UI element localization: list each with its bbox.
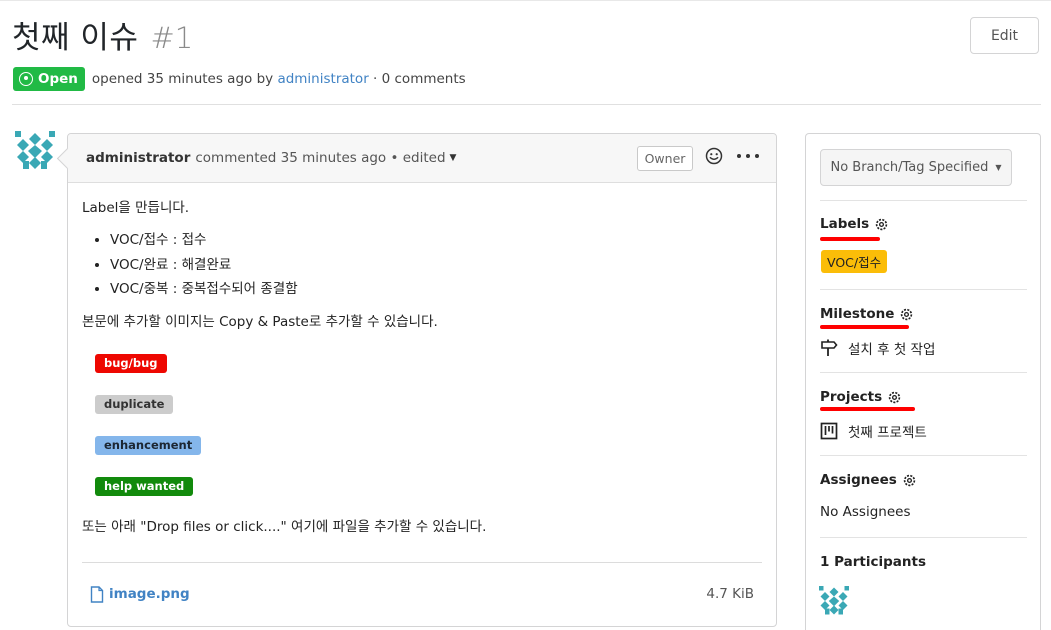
- assignees-heading: Assignees: [820, 472, 917, 488]
- annotation-underline: [820, 237, 880, 241]
- milestone-heading: Milestone: [820, 306, 914, 322]
- file-icon: [90, 585, 104, 603]
- milestone-title: Milestone: [820, 306, 895, 322]
- comment-body: Label을 만듭니다. VOC/접수 : 접수 VOC/완료 : 해결완료 V…: [68, 183, 776, 563]
- gear-icon[interactable]: [874, 217, 889, 232]
- attachment-name: image.png: [109, 586, 190, 602]
- assignees-title: Assignees: [820, 472, 897, 488]
- annotation-underline: [820, 407, 915, 411]
- label-duplicate: duplicate: [95, 394, 174, 414]
- milestone-item[interactable]: 설치 후 첫 작업: [820, 338, 935, 358]
- status-badge-label: Open: [38, 70, 78, 87]
- avatar-identicon-icon: [15, 131, 55, 171]
- project-item[interactable]: 첫째 프로젝트: [820, 421, 927, 441]
- comment-count: · 0 comments: [373, 70, 466, 87]
- sidebar-divider: [820, 372, 1027, 373]
- label-bug: bug/bug: [95, 353, 167, 373]
- list-item: VOC/중복 : 중복접수되어 종결함: [110, 277, 762, 302]
- issue-sidebar: No Branch/Tag Specified ▼ Labels VOC/접수 …: [805, 133, 1041, 630]
- chevron-down-icon: ▼: [995, 163, 1002, 172]
- gear-icon[interactable]: [887, 390, 902, 405]
- attachment: image.png 4.7 KiB: [90, 582, 754, 606]
- label-image-list: bug/bug duplicate enhancement help wante…: [82, 343, 762, 507]
- attachment-divider: [82, 562, 762, 563]
- sidebar-divider: [820, 289, 1027, 290]
- labels-heading: Labels: [820, 216, 889, 232]
- comment-header: administrator commented 35 minutes ago •…: [68, 134, 776, 183]
- list-item: VOC/접수 : 접수: [110, 228, 762, 253]
- annotation-underline: [820, 325, 909, 329]
- project-value: 첫째 프로젝트: [848, 425, 927, 441]
- owner-tag: Owner: [637, 146, 693, 171]
- top-divider: [0, 0, 1051, 1]
- participants-heading: 1 Participants: [820, 554, 926, 570]
- participant-avatar[interactable]: [819, 586, 849, 616]
- branch-selector-button[interactable]: No Branch/Tag Specified ▼: [820, 149, 1012, 186]
- paste-hint: 본문에 추가할 이미지는 Copy & Paste로 추가할 수 있습니다.: [82, 313, 438, 330]
- status-badge: Open: [13, 66, 85, 91]
- issue-comment: administrator commented 35 minutes ago •…: [67, 133, 777, 627]
- comment-intro: Label을 만듭니다.: [82, 200, 190, 216]
- comment-meta: commented 35 minutes ago • edited: [195, 150, 446, 166]
- dropdown-caret-icon[interactable]: ▼: [450, 153, 457, 163]
- comment-author[interactable]: administrator: [86, 150, 190, 166]
- issue-title-text: 첫째 이슈: [12, 20, 139, 56]
- milestone-value: 설치 후 첫 작업: [848, 342, 936, 358]
- label-help-wanted: help wanted: [95, 476, 194, 496]
- labels-title: Labels: [820, 216, 870, 232]
- sidebar-divider: [820, 200, 1027, 201]
- drop-hint: 또는 아래 "Drop files or click...." 여기에 파일을 …: [82, 519, 487, 535]
- opened-text: opened 35 minutes ago by: [91, 70, 274, 87]
- avatar[interactable]: [15, 131, 55, 171]
- projects-heading: Projects: [820, 389, 902, 405]
- avatar-identicon-icon: [819, 586, 849, 616]
- branch-selector-label: No Branch/Tag Specified: [830, 160, 989, 175]
- sidebar-divider: [820, 455, 1027, 456]
- header-divider: [12, 104, 1041, 105]
- edit-button[interactable]: Edit: [970, 17, 1039, 54]
- gear-icon[interactable]: [902, 473, 917, 488]
- issue-opened-icon: [19, 71, 33, 86]
- issue-meta: Open opened 35 minutes ago by administra…: [13, 66, 466, 91]
- issue-title: 첫째 이슈 #1: [12, 12, 193, 58]
- smiley-icon[interactable]: [705, 147, 723, 165]
- sidebar-divider: [820, 537, 1027, 538]
- list-item: VOC/완료 : 해결완료: [110, 253, 762, 278]
- projects-title: Projects: [820, 389, 883, 405]
- attachment-link[interactable]: image.png: [90, 585, 190, 603]
- project-board-icon: [820, 422, 838, 440]
- assignees-value: No Assignees: [820, 504, 911, 520]
- attachment-size: 4.7 KiB: [706, 586, 754, 602]
- label-enhancement: enhancement: [95, 435, 202, 455]
- milestone-icon: [821, 339, 838, 356]
- more-horizontal-icon[interactable]: [737, 146, 759, 166]
- label-voc[interactable]: VOC/접수: [821, 250, 888, 273]
- gear-icon[interactable]: [899, 307, 914, 322]
- issue-number: #1: [150, 21, 194, 55]
- author-link[interactable]: administrator: [277, 71, 368, 87]
- label-definition-list: VOC/접수 : 접수 VOC/완료 : 해결완료 VOC/중복 : 중복접수되…: [110, 228, 762, 302]
